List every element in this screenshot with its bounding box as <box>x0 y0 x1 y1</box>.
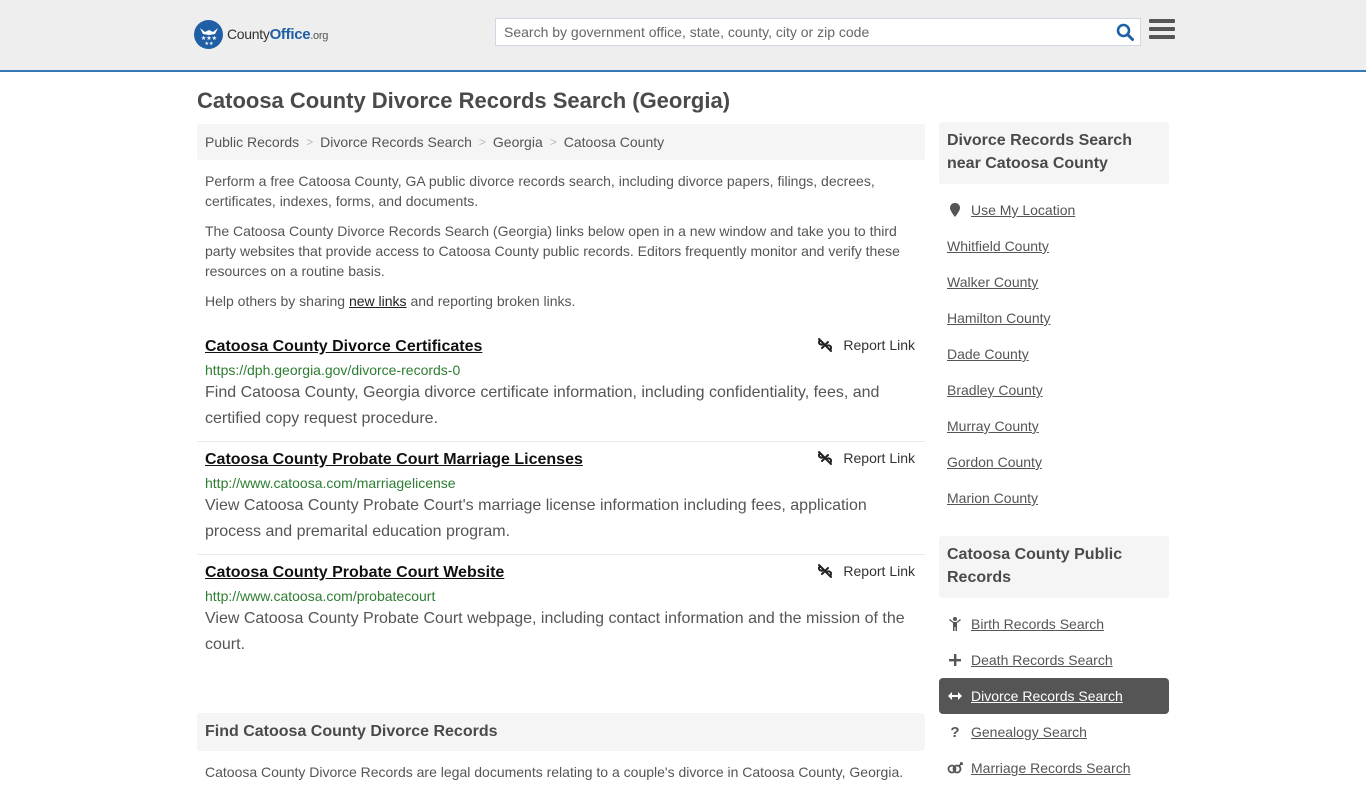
county-link-murray[interactable]: Murray County <box>947 418 1039 434</box>
county-link-marion[interactable]: Marion County <box>947 490 1038 506</box>
nearby-heading: Divorce Records Search near Catoosa Coun… <box>939 122 1169 184</box>
result-title-link[interactable]: Catoosa County Probate Court Website <box>205 563 504 583</box>
result-description: Find Catoosa County, Georgia divorce cer… <box>205 384 880 427</box>
marriage-icon <box>947 762 963 774</box>
intro-text: Perform a free Catoosa County, GA public… <box>197 171 925 311</box>
find-records-heading: Find Catoosa County Divorce Records <box>197 713 925 751</box>
county-link-dade[interactable]: Dade County <box>947 346 1029 362</box>
county-link-hamilton[interactable]: Hamilton County <box>947 310 1051 326</box>
result-description: View Catoosa County Probate Court webpag… <box>205 610 905 653</box>
nearby-county-item: Marion County <box>947 480 1161 516</box>
logo-eagle-icon: ★★★ ★★ <box>194 20 223 49</box>
broken-link-icon <box>817 337 833 353</box>
use-my-location-link[interactable]: Use My Location <box>971 202 1075 218</box>
nearby-counties-list: Use My Location Whitfield County Walker … <box>939 184 1169 516</box>
divorce-records-link[interactable]: Divorce Records Search <box>971 688 1123 704</box>
search-bar <box>495 18 1141 46</box>
nearby-county-item: Gordon County <box>947 444 1161 480</box>
nearby-county-item: Murray County <box>947 408 1161 444</box>
use-my-location-item: Use My Location <box>947 192 1161 228</box>
county-link-walker[interactable]: Walker County <box>947 274 1038 290</box>
sidebar: Divorce Records Search near Catoosa Coun… <box>939 122 1169 786</box>
report-link-button[interactable]: Report Link <box>817 337 915 353</box>
report-link-button[interactable]: Report Link <box>817 450 915 466</box>
nearby-county-item: Hamilton County <box>947 300 1161 336</box>
county-link-whitfield[interactable]: Whitfield County <box>947 238 1049 254</box>
public-records-item-death: Death Records Search <box>939 642 1169 678</box>
genealogy-search-link[interactable]: Genealogy Search <box>971 724 1087 740</box>
breadcrumb-catoosa-county[interactable]: Catoosa County <box>564 134 664 150</box>
breadcrumb-separator-icon: > <box>478 135 486 149</box>
nearby-county-item: Whitfield County <box>947 228 1161 264</box>
hamburger-menu-icon[interactable] <box>1149 19 1175 43</box>
site-logo[interactable]: ★★★ ★★ CountyOffice.org <box>194 20 328 49</box>
result-url: http://www.catoosa.com/probatecourt <box>205 588 436 604</box>
breadcrumb-separator-icon: > <box>306 135 314 149</box>
broken-link-icon <box>817 563 833 579</box>
public-records-item-genealogy: ? Genealogy Search <box>939 714 1169 750</box>
result-title-link[interactable]: Catoosa County Probate Court Marriage Li… <box>205 450 583 470</box>
breadcrumb-separator-icon: > <box>549 135 557 149</box>
page-title: Catoosa County Divorce Records Search (G… <box>197 88 731 113</box>
result-item: Catoosa County Probate Court Marriage Li… <box>197 442 925 555</box>
intro-paragraph-2: The Catoosa County Divorce Records Searc… <box>205 223 900 279</box>
site-header: ★★★ ★★ CountyOffice.org <box>0 0 1366 72</box>
new-links-link[interactable]: new links <box>349 293 407 309</box>
breadcrumb-divorce-records-search[interactable]: Divorce Records Search <box>320 134 472 150</box>
search-button[interactable] <box>1110 19 1140 45</box>
search-icon <box>1116 23 1134 41</box>
result-item: Catoosa County Probate Court Website Rep… <box>197 555 925 667</box>
public-records-list: Birth Records Search Death Records Searc… <box>939 598 1169 786</box>
breadcrumb-public-records[interactable]: Public Records <box>205 134 299 150</box>
result-title-link[interactable]: Catoosa County Divorce Certificates <box>205 337 482 357</box>
result-url: https://dph.georgia.gov/divorce-records-… <box>205 362 461 378</box>
death-records-link[interactable]: Death Records Search <box>971 652 1113 668</box>
report-link-button[interactable]: Report Link <box>817 563 915 579</box>
arrows-horizontal-icon <box>947 691 963 701</box>
public-records-item-birth: Birth Records Search <box>939 606 1169 642</box>
marriage-records-link[interactable]: Marriage Records Search <box>971 760 1131 776</box>
breadcrumb-georgia[interactable]: Georgia <box>493 134 543 150</box>
public-records-item-marriage: Marriage Records Search <box>939 750 1169 786</box>
county-link-gordon[interactable]: Gordon County <box>947 454 1042 470</box>
search-input[interactable] <box>496 19 1110 45</box>
nearby-county-item: Walker County <box>947 264 1161 300</box>
breadcrumb: Public Records > Divorce Records Search … <box>197 124 925 160</box>
child-icon <box>947 617 963 631</box>
public-records-item-divorce: Divorce Records Search <box>939 678 1169 714</box>
question-icon: ? <box>950 723 960 741</box>
result-url: http://www.catoosa.com/marriagelicense <box>205 475 456 491</box>
birth-records-link[interactable]: Birth Records Search <box>971 616 1104 632</box>
result-item: Catoosa County Divorce Certificates Repo… <box>197 329 925 442</box>
nearby-county-item: Dade County <box>947 336 1161 372</box>
broken-link-icon <box>817 450 833 466</box>
map-marker-icon <box>947 203 963 217</box>
intro-paragraph-3: Help others by sharing new links and rep… <box>205 293 576 309</box>
find-records-text: Catoosa County Divorce Records are legal… <box>205 764 904 780</box>
plus-icon <box>947 654 963 666</box>
public-records-heading: Catoosa County Public Records <box>939 536 1169 598</box>
result-description: View Catoosa County Probate Court's marr… <box>205 497 867 540</box>
main-content: Public Records > Divorce Records Search … <box>197 124 925 782</box>
results-list: Catoosa County Divorce Certificates Repo… <box>197 329 925 667</box>
logo-text: CountyOffice.org <box>227 26 329 43</box>
intro-paragraph-1: Perform a free Catoosa County, GA public… <box>205 173 875 209</box>
county-link-bradley[interactable]: Bradley County <box>947 382 1043 398</box>
nearby-county-item: Bradley County <box>947 372 1161 408</box>
svg-text:★★: ★★ <box>204 41 213 45</box>
